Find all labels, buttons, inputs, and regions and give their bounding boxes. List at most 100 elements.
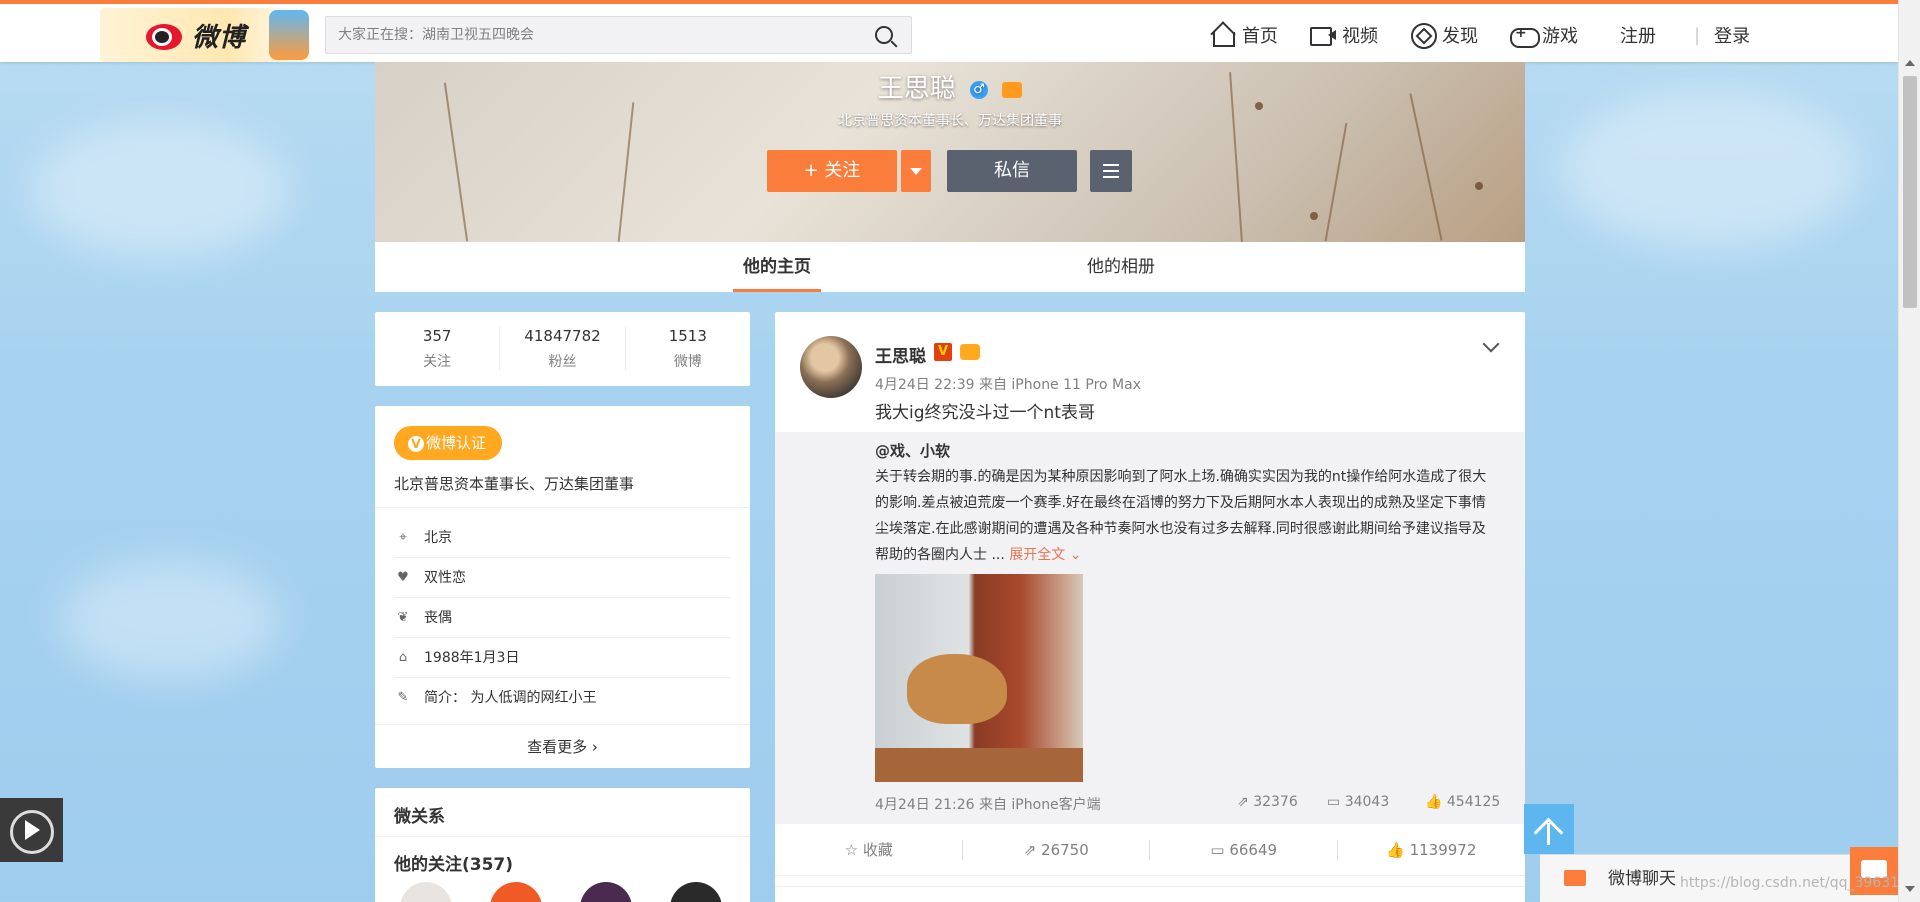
- expand-link[interactable]: 展开全文 ⌄: [1009, 547, 1081, 563]
- post-meta[interactable]: 4月24日 22:39 来自 iPhone 11 Pro Max: [875, 374, 1141, 394]
- repost-text-body: 关于转会期的事.的确是因为某种原因影响到了阿水上场.确确实实因为我的nt操作给阿…: [875, 469, 1487, 563]
- repost-meta[interactable]: 4月24日 21:26 来自 iPhone客户端: [875, 794, 1101, 814]
- male-icon: ♂: [970, 80, 988, 99]
- repost-comment-count: 34043: [1344, 794, 1390, 810]
- cover-decoration: [443, 82, 469, 242]
- stat-posts[interactable]: 1513 微博: [626, 327, 750, 371]
- tab-home[interactable]: 他的主页: [733, 242, 821, 292]
- watermark: https://blog.csdn.net/qq_39631...: [1680, 875, 1913, 891]
- repost-like-count: 454125: [1446, 794, 1501, 810]
- info-relationship: ❦ 丧偶: [394, 598, 730, 638]
- video-icon: [1310, 23, 1336, 47]
- info-location: ⌖ 北京: [394, 518, 730, 558]
- stat-value: 1513: [668, 327, 707, 345]
- avatar[interactable]: [400, 882, 452, 902]
- scrollbar-thumb[interactable]: [1903, 76, 1917, 308]
- repost-block: @戏、小软 关于转会期的事.的确是因为某种原因影响到了阿水上场.确确实实因为我的…: [775, 432, 1525, 824]
- stat-label: 微博: [673, 354, 702, 370]
- favorite-button[interactable]: ☆ 收藏: [775, 824, 963, 875]
- stat-value: 41847782: [524, 327, 601, 345]
- nav-video-label: 视频: [1342, 26, 1378, 47]
- mascot-image: [269, 10, 309, 60]
- play-icon[interactable]: [0, 798, 63, 862]
- avatar[interactable]: [580, 882, 632, 902]
- stats-card: 357 关注 41847782 粉丝 1513 微博: [375, 312, 750, 386]
- info-bio: ✎ 简介： 为人低调的网红小王: [394, 678, 730, 718]
- scrollbar[interactable]: [1898, 0, 1920, 902]
- mail-icon: [1564, 870, 1586, 886]
- stat-label: 关注: [423, 354, 452, 370]
- stat-following[interactable]: 357 关注: [375, 327, 501, 371]
- info-text: 简介： 为人低调的网红小王: [424, 690, 597, 706]
- profile-description: 北京普思资本董事长、万达集团董事: [838, 113, 1062, 129]
- edit-icon: ✎: [397, 690, 409, 705]
- nav-video[interactable]: 视频: [1310, 22, 1378, 48]
- nav-home-label: 首页: [1242, 26, 1278, 47]
- nav-discover-label: 发现: [1442, 26, 1478, 47]
- profile-cover: 王思聪 ♂ 北京普思资本董事长、万达集团董事 + 关注 私信: [375, 62, 1525, 242]
- repost-image[interactable]: [875, 574, 1083, 782]
- login-link[interactable]: | 登录: [1694, 22, 1750, 48]
- profile-name: 王思聪 ♂: [375, 68, 1525, 105]
- share-button[interactable]: ⇗ 26750: [963, 824, 1151, 875]
- nav-divider: |: [1694, 24, 1701, 46]
- weibo-eye-icon: [142, 16, 188, 54]
- repost-user[interactable]: @戏、小软: [875, 440, 950, 461]
- crown-icon: [960, 344, 980, 360]
- verified-badge[interactable]: V 微博认证: [394, 426, 502, 460]
- repost-text: 关于转会期的事.的确是因为某种原因影响到了阿水上场.确确实实因为我的nt操作给阿…: [875, 464, 1495, 568]
- hearts-icon: ❦: [397, 610, 409, 625]
- register-label: 注册: [1620, 26, 1656, 47]
- verified-icon: V: [934, 343, 952, 361]
- weibo-logo[interactable]: 微博: [100, 8, 315, 62]
- profile-tabs: 他的主页 他的相册: [375, 242, 1525, 292]
- image-floor: [875, 748, 1083, 782]
- repost-share[interactable]: ⇗ 32376: [1237, 794, 1298, 810]
- tab-album[interactable]: 他的相册: [1077, 242, 1165, 292]
- stat-followers[interactable]: 41847782 粉丝: [500, 327, 626, 371]
- follow-dropdown-button[interactable]: [901, 150, 931, 192]
- verified-v-icon: V: [408, 436, 424, 452]
- logo-text: 微博: [192, 22, 247, 53]
- repost-share-count: 32376: [1253, 794, 1298, 810]
- relation-title: 微关系: [394, 807, 445, 827]
- profile-name-text: 王思聪: [877, 74, 956, 104]
- avatar[interactable]: [800, 336, 862, 398]
- follow-button[interactable]: + 关注: [767, 150, 897, 192]
- search-icon[interactable]: [875, 26, 893, 44]
- cover-decoration: [1475, 182, 1483, 190]
- cake-icon: ⌂: [398, 650, 408, 665]
- avatar[interactable]: [490, 882, 542, 902]
- divider: [375, 507, 750, 508]
- chevron-down-icon[interactable]: [1482, 335, 1500, 353]
- avatar[interactable]: [670, 882, 722, 902]
- background-cloud: [1560, 90, 1860, 250]
- cover-decoration: [1310, 212, 1318, 220]
- divider: [375, 836, 750, 837]
- comment-button[interactable]: ▭ 66649: [1150, 824, 1338, 875]
- like-button[interactable]: 👍 1139972: [1338, 824, 1526, 875]
- nav-games[interactable]: 游戏: [1510, 22, 1578, 48]
- register-link[interactable]: 注册: [1620, 22, 1656, 48]
- verified-title: 北京普思资本董事长、万达集团董事: [394, 475, 635, 493]
- following-title[interactable]: 他的关注(357): [394, 850, 513, 875]
- back-to-top-button[interactable]: [1524, 804, 1574, 854]
- info-text: 丧偶: [424, 610, 452, 626]
- heart-icon: ♥: [397, 570, 409, 585]
- repost-comment[interactable]: ▭ 34043: [1327, 794, 1389, 810]
- message-button[interactable]: 私信: [947, 150, 1077, 192]
- scroll-down-icon[interactable]: [1905, 886, 1915, 892]
- image-dog: [907, 654, 1007, 724]
- post-author[interactable]: 王思聪: [875, 342, 926, 367]
- search-input[interactable]: 大家正在搜：湖南卫视五四晚会: [325, 16, 912, 54]
- view-more-link[interactable]: 查看更多 ›: [375, 724, 750, 768]
- crown-icon: [1002, 81, 1023, 98]
- post-text: 我大ig终究没斗过一个nt表哥: [875, 403, 1095, 423]
- more-menu-icon[interactable]: [1090, 150, 1132, 192]
- nav-home[interactable]: 首页: [1210, 22, 1278, 48]
- nav-discover[interactable]: 发现: [1410, 22, 1478, 49]
- chat-label: 微博聊天: [1608, 869, 1676, 889]
- info-text: 1988年1月3日: [424, 650, 520, 666]
- scroll-up-icon[interactable]: [1905, 60, 1915, 66]
- repost-like[interactable]: 👍 454125: [1425, 794, 1500, 810]
